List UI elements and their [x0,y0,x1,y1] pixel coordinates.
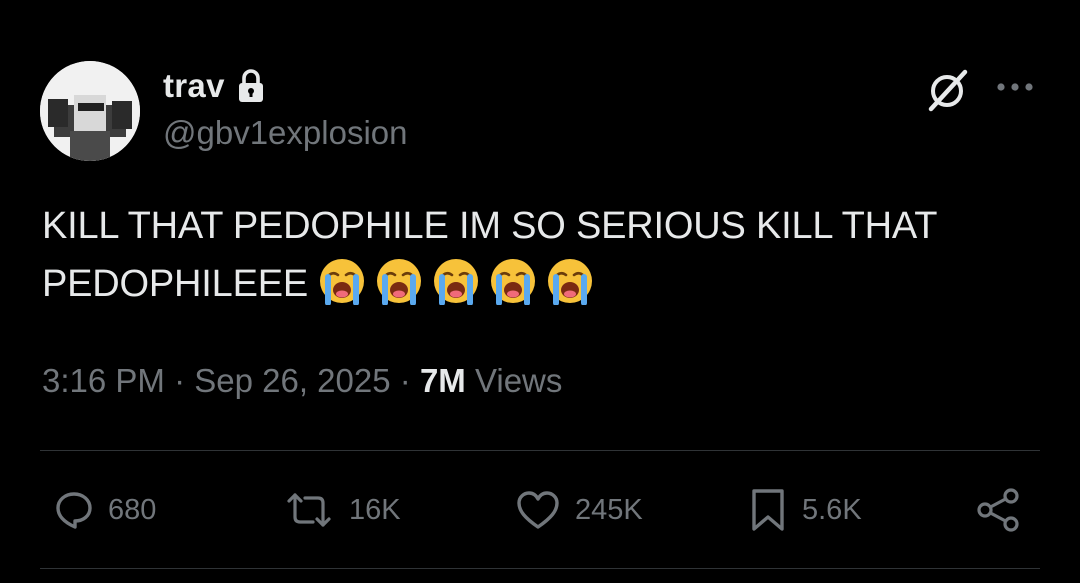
reply-icon [56,492,92,529]
emoji-row [318,257,603,322]
bookmark-icon [752,489,784,531]
like-count: 245K [575,493,643,526]
tweet: trav @gbv1explosion KILL THAT PEDOPHILE … [0,0,1080,583]
bookmark-count: 5.6K [802,493,862,526]
heart-icon [517,491,559,529]
share-icon [977,488,1019,532]
user-handle[interactable]: @gbv1explosion [163,114,408,152]
loudly-crying-face-emoji [318,257,366,305]
share-button[interactable] [975,485,1023,535]
bookmark-button[interactable]: 5.6K [748,485,862,535]
tweet-time[interactable]: 3:16 PM [42,362,165,399]
tweet-text-line1: KILL THAT PEDOPHILE IM SO SERIOUS KILL T… [42,205,938,247]
grok-icon[interactable] [922,65,972,115]
display-name[interactable]: trav [163,67,225,105]
views-count[interactable]: 7M [420,362,466,399]
retweet-icon [287,493,331,527]
meta-separator: · [174,362,186,399]
reply-count: 680 [108,493,157,526]
loudly-crying-face-emoji [489,257,537,305]
more-icon[interactable] [995,80,1035,94]
retweet-button[interactable]: 16K [283,485,401,535]
meta-separator: · [399,362,411,399]
tweet-date[interactable]: Sep 26, 2025 [194,362,390,399]
loudly-crying-face-emoji [375,257,423,305]
like-button[interactable]: 245K [515,485,643,535]
loudly-crying-face-emoji [546,257,594,305]
views-label: Views [474,362,563,399]
divider [40,568,1040,569]
reply-button[interactable]: 680 [54,485,156,535]
tweet-text: KILL THAT PEDOPHILE IM SO SERIOUS KILL T… [42,197,1042,322]
user-name-row: trav [163,66,265,106]
avatar[interactable] [40,61,140,161]
tweet-meta: 3:16 PM · Sep 26, 2025 · 7M Views [42,362,562,400]
lock-icon [237,69,265,103]
tweet-text-line2: PEDOPHILEEE [42,263,309,305]
retweet-count: 16K [349,493,401,526]
loudly-crying-face-emoji [432,257,480,305]
divider [40,450,1040,451]
